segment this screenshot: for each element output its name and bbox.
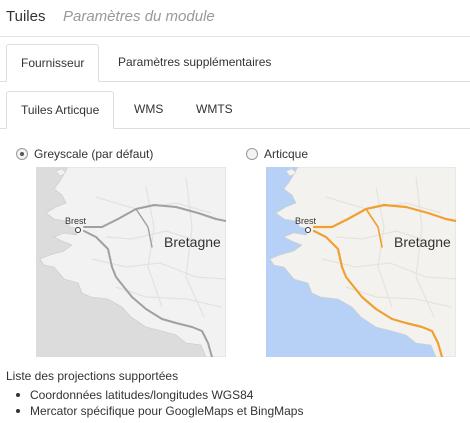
projections-title: Liste des projections supportées [6,369,179,383]
page-subtitle: Paramètres du module [63,8,215,25]
tab-wms[interactable]: WMS [120,91,177,127]
provider-tabs: Tuiles Articque WMS WMTS [0,91,470,129]
tab-fournisseur[interactable]: Fournisseur [6,44,100,82]
map-city-label: Brest [65,216,87,226]
map-preview-greyscale[interactable]: Brest Bretagne [36,167,226,357]
map-city-label: Brest [295,216,317,226]
page-header: Tuiles Paramètres du module [0,0,470,37]
radio-articque[interactable] [246,148,258,160]
map-preview-articque[interactable]: Brest Bretagne [266,167,456,357]
tab-parametres-supplementaires[interactable]: Paramètres supplémentaires [104,44,285,80]
map-region-label: Bretagne [394,234,451,250]
radio-greyscale[interactable] [16,148,28,160]
option-articque[interactable]: Articque [246,147,308,161]
option-greyscale-label: Greyscale (par défaut) [34,147,154,161]
option-articque-label: Articque [264,147,309,161]
option-greyscale[interactable]: Greyscale (par défaut) [16,147,153,161]
map-region-label: Bretagne [164,234,221,250]
brest-marker [305,227,311,233]
brest-marker [75,227,81,233]
projection-item: Mercator spécifique pour GoogleMaps et B… [15,404,304,418]
tab-tuiles-articque[interactable]: Tuiles Articque [6,91,115,129]
tab-wmts[interactable]: WMTS [182,91,247,127]
projection-item: Coordonnées latitudes/longitudes WGS84 [15,387,303,403]
main-tabs: Fournisseur Paramètres supplémentaires [0,44,470,82]
projections-list: Coordonnées latitudes/longitudes WGS84 M… [15,387,304,419]
page-title: Tuiles [6,8,46,25]
